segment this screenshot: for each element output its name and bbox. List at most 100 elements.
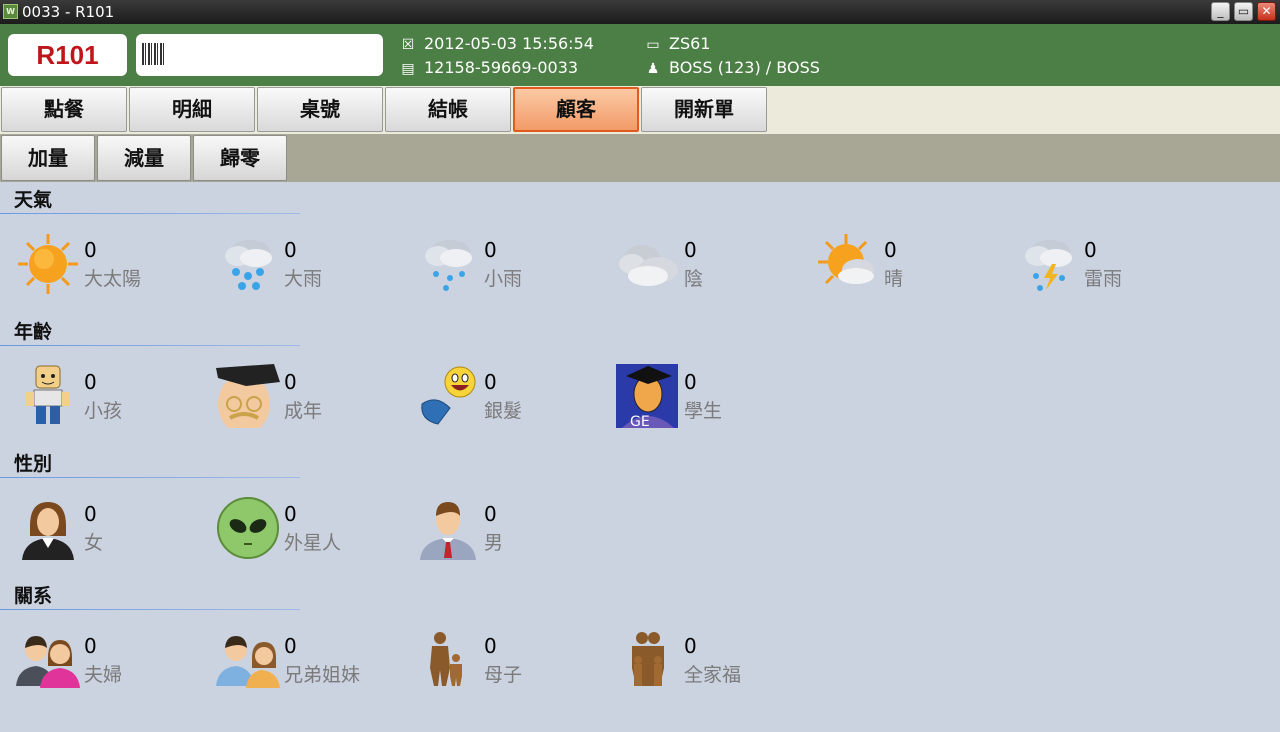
- option-age-senior[interactable]: 0 銀髮: [416, 364, 616, 428]
- option-label: 女: [84, 532, 104, 554]
- option-age-adult[interactable]: 0 成年: [216, 364, 416, 428]
- count: 0: [284, 238, 297, 262]
- option-label: 學生: [684, 400, 723, 422]
- mother-child-icon: [430, 632, 462, 686]
- option-age-child[interactable]: 0 小孩: [16, 364, 216, 428]
- thunderstorm-icon: [1025, 240, 1072, 291]
- family-icon: [632, 632, 664, 686]
- tab-order[interactable]: 點餐: [1, 87, 127, 132]
- adult-icon: [216, 364, 280, 428]
- count: 0: [484, 238, 497, 262]
- option-label: 兄弟姐妹: [284, 664, 361, 686]
- count: 0: [284, 502, 297, 526]
- tab-customer[interactable]: 顧客: [513, 87, 639, 132]
- option-label: 小孩: [84, 400, 123, 422]
- order-number-text: 12158-59669-0033: [424, 58, 579, 77]
- user-icon: ♟: [646, 61, 660, 77]
- section-title-relationship: 關系: [14, 585, 53, 607]
- option-label: 雷雨: [1084, 268, 1123, 290]
- count: 0: [684, 634, 697, 658]
- terminal-info: ▭ ZS61: [645, 34, 710, 55]
- decrease-button[interactable]: 減量: [97, 135, 191, 181]
- option-weather-cloudy[interactable]: 0 陰: [616, 232, 816, 296]
- tab-new-order[interactable]: 開新單: [641, 87, 767, 132]
- option-gender-male[interactable]: 0 男: [416, 496, 616, 560]
- calendar-icon: ☒: [401, 37, 415, 53]
- section-divider: [0, 477, 300, 478]
- alien-icon: [217, 497, 279, 559]
- computer-icon: ▭: [646, 37, 660, 53]
- option-label: 陰: [684, 268, 704, 290]
- female-icon: [22, 502, 74, 560]
- app-icon: W: [3, 4, 18, 19]
- senior-icon: [421, 366, 476, 425]
- barcode-input[interactable]: [136, 34, 383, 76]
- count: 0: [284, 370, 297, 394]
- student-icon: GE: [616, 364, 678, 428]
- tab-checkout[interactable]: 結帳: [385, 87, 511, 132]
- tab-details[interactable]: 明細: [129, 87, 255, 132]
- increase-button[interactable]: 加量: [1, 135, 95, 181]
- option-label: 全家福: [684, 664, 742, 686]
- close-button[interactable]: ✕: [1257, 2, 1276, 21]
- couple-icon: [16, 636, 80, 688]
- count: 0: [484, 634, 497, 658]
- table-number[interactable]: R101: [8, 34, 127, 76]
- option-label: 銀髮: [484, 400, 523, 422]
- section-title-weather: 天氣: [14, 189, 53, 211]
- option-label: 大太陽: [84, 268, 142, 290]
- partly-sunny-icon: [818, 234, 874, 285]
- heavy-rain-icon: [225, 240, 272, 290]
- maximize-button[interactable]: ▭: [1234, 2, 1253, 21]
- count: 0: [484, 370, 497, 394]
- option-relation-siblings[interactable]: 0 兄弟姐妹: [216, 628, 416, 692]
- option-weather-heavy-rain[interactable]: 0 大雨: [216, 232, 416, 296]
- main-tabs: 點餐 明細 桌號 結帳 顧客 開新單: [0, 86, 1280, 134]
- male-icon: [420, 502, 476, 560]
- section-title-age: 年齡: [14, 321, 53, 343]
- option-gender-female[interactable]: 0 女: [16, 496, 216, 560]
- child-icon: [26, 365, 70, 424]
- count: 0: [84, 502, 97, 526]
- order-header: R101 ☒ 2012-05-03 15:56:54 ▤ 12158-59669-0…: [0, 24, 1280, 86]
- option-label: 外星人: [284, 532, 342, 554]
- option-label: 成年: [284, 400, 323, 422]
- count: 0: [684, 238, 697, 262]
- option-label: 男: [484, 532, 504, 554]
- option-label: 母子: [484, 664, 523, 686]
- receipt-icon: ▤: [401, 61, 415, 77]
- option-gender-alien[interactable]: 0 外星人: [216, 496, 416, 560]
- option-relation-mother-child[interactable]: 0 母子: [416, 628, 616, 692]
- light-rain-icon: [425, 240, 472, 291]
- count: 0: [884, 238, 897, 262]
- count: 0: [284, 634, 297, 658]
- option-age-student[interactable]: GE 0 學生: [616, 364, 816, 428]
- option-label: 夫婦: [84, 664, 123, 686]
- option-weather-sunny[interactable]: 0 大太陽: [16, 232, 216, 296]
- option-weather-thunderstorm[interactable]: 0 雷雨: [1016, 232, 1216, 296]
- option-relation-couple[interactable]: 0 夫婦: [16, 628, 216, 692]
- section-title-gender: 性別: [14, 453, 53, 475]
- minimize-button[interactable]: _: [1211, 2, 1230, 21]
- window-title: 0033 - R101: [22, 3, 115, 21]
- reset-button[interactable]: 歸零: [193, 135, 287, 181]
- datetime-text: 2012-05-03 15:56:54: [424, 34, 594, 53]
- option-label: 大雨: [284, 268, 323, 290]
- count: 0: [684, 370, 697, 394]
- option-relation-family[interactable]: 0 全家福: [616, 628, 816, 692]
- terminal-text: ZS61: [669, 34, 711, 53]
- count: 0: [84, 238, 97, 262]
- count: 0: [1084, 238, 1097, 262]
- option-label: 小雨: [484, 268, 523, 290]
- user-info: ♟ BOSS (123) / BOSS: [645, 58, 820, 79]
- section-divider: [0, 213, 300, 214]
- option-weather-partly-sunny[interactable]: 0 晴: [816, 232, 1016, 296]
- siblings-icon: [216, 636, 280, 688]
- cloudy-icon: [619, 245, 678, 286]
- user-text: BOSS (123) / BOSS: [669, 58, 820, 77]
- section-divider: [0, 345, 300, 346]
- option-label: 晴: [884, 268, 904, 290]
- option-weather-light-rain[interactable]: 0 小雨: [416, 232, 616, 296]
- title-bar: W 0033 - R101 _ ▭ ✕: [0, 0, 1280, 24]
- tab-table[interactable]: 桌號: [257, 87, 383, 132]
